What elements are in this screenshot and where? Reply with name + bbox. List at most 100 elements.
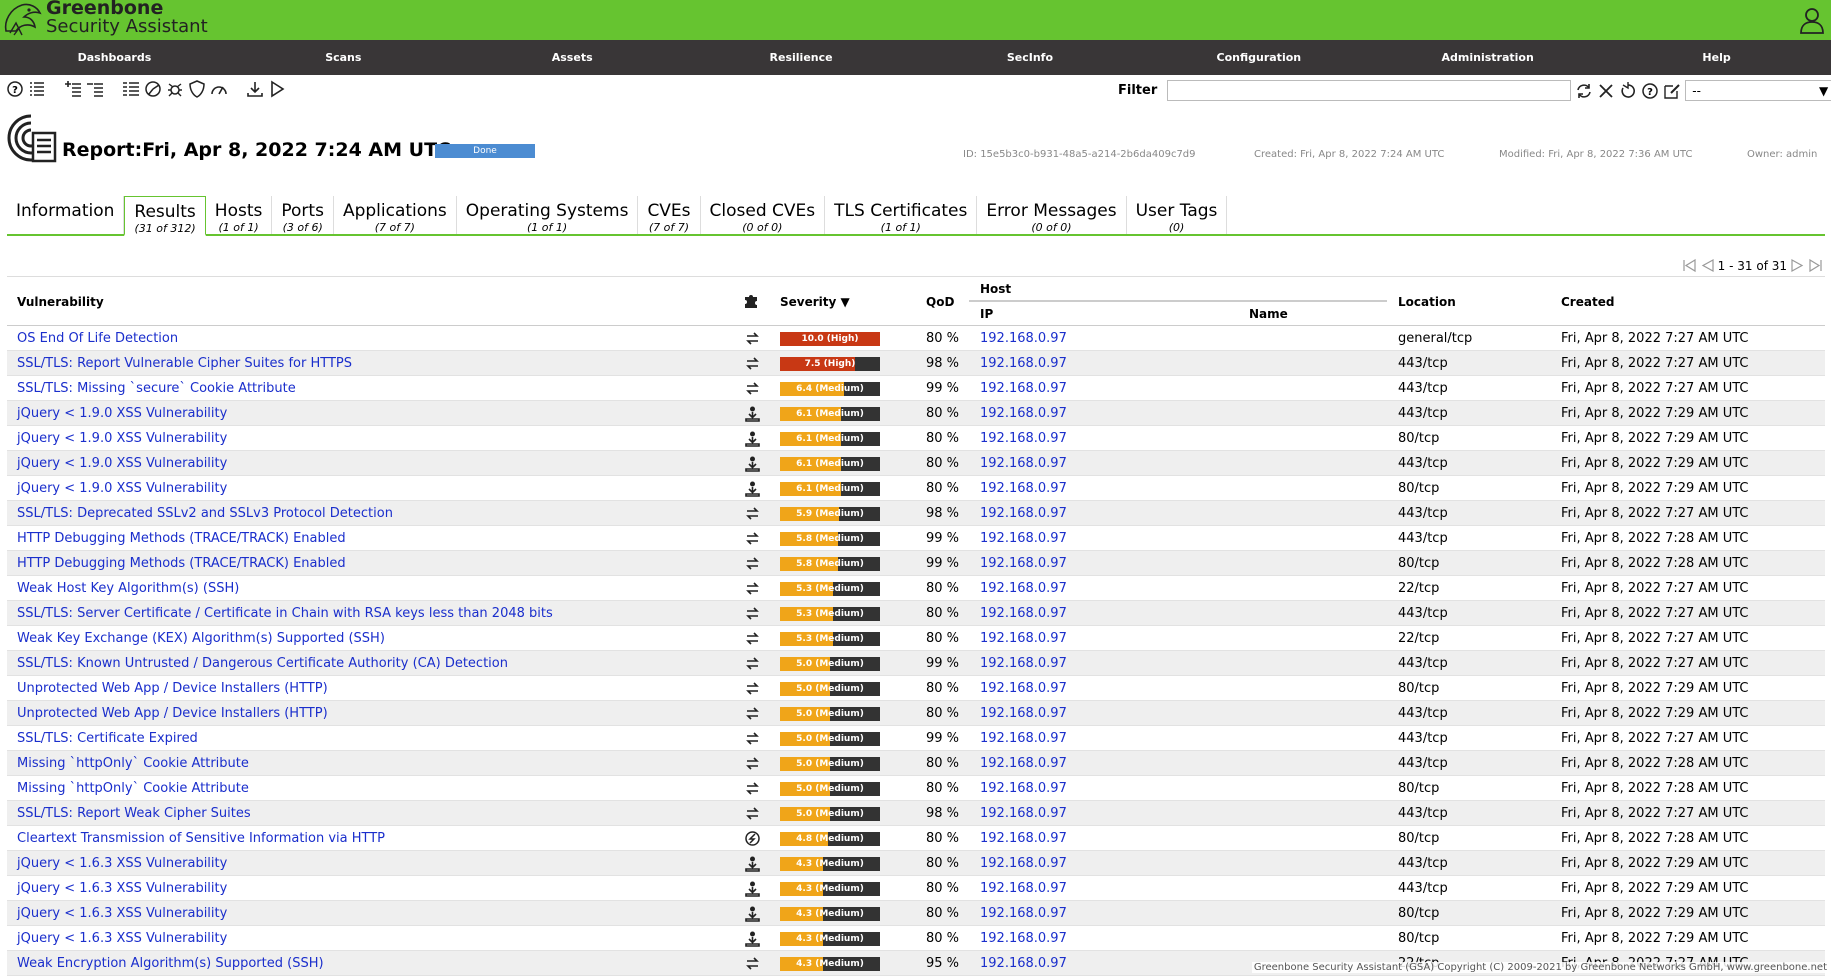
vulnerability-link[interactable]: SSL/TLS: Report Weak Cipher Suites bbox=[17, 801, 251, 826]
table-row[interactable]: jQuery < 1.6.3 XSS Vulnerability 4.3 (Med… bbox=[7, 876, 1825, 901]
vulnerability-link[interactable]: jQuery < 1.9.0 XSS Vulnerability bbox=[17, 401, 227, 426]
host-ip-link[interactable]: 192.168.0.97 bbox=[980, 876, 1067, 901]
start-icon[interactable] bbox=[268, 80, 286, 98]
vulnerability-link[interactable]: Weak Host Key Algorithm(s) (SSH) bbox=[17, 576, 239, 601]
tab-results[interactable]: Results (31 of 312) bbox=[124, 196, 206, 236]
vulnerability-link[interactable]: Unprotected Web App / Device Installers … bbox=[17, 701, 328, 726]
table-row[interactable]: jQuery < 1.6.3 XSS Vulnerability 4.3 (Med… bbox=[7, 851, 1825, 876]
tab-applications[interactable]: Applications (7 of 7) bbox=[334, 196, 457, 234]
filter-help-icon[interactable]: ? bbox=[1641, 82, 1659, 100]
table-row[interactable]: SSL/TLS: Missing `secure` Cookie Attribu… bbox=[7, 376, 1825, 401]
next-page-icon[interactable] bbox=[1790, 258, 1805, 273]
vulnerability-link[interactable]: SSL/TLS: Known Untrusted / Dangerous Cer… bbox=[17, 651, 508, 676]
host-ip-link[interactable]: 192.168.0.97 bbox=[980, 451, 1067, 476]
col-name[interactable]: Name bbox=[1249, 307, 1288, 321]
host-ip-link[interactable]: 192.168.0.97 bbox=[980, 351, 1067, 376]
host-ip-link[interactable]: 192.168.0.97 bbox=[980, 401, 1067, 426]
tab-cves[interactable]: CVEs (7 of 7) bbox=[638, 196, 701, 234]
vulnerability-link[interactable]: SSL/TLS: Report Vulnerable Cipher Suites… bbox=[17, 351, 352, 376]
host-ip-link[interactable]: 192.168.0.97 bbox=[980, 851, 1067, 876]
add-to-assets-icon[interactable] bbox=[64, 80, 82, 98]
vulnerability-link[interactable]: jQuery < 1.9.0 XSS Vulnerability bbox=[17, 426, 227, 451]
menu-scans[interactable]: Scans bbox=[229, 40, 458, 75]
shield-icon[interactable] bbox=[188, 80, 206, 98]
vulnerability-link[interactable]: Missing `httpOnly` Cookie Attribute bbox=[17, 776, 249, 801]
menu-dashboards[interactable]: Dashboards bbox=[0, 40, 229, 75]
table-row[interactable]: Cleartext Transmission of Sensitive Info… bbox=[7, 826, 1825, 851]
vulnerability-link[interactable]: jQuery < 1.9.0 XSS Vulnerability bbox=[17, 476, 227, 501]
table-row[interactable]: HTTP Debugging Methods (TRACE/TRACK) Ena… bbox=[7, 526, 1825, 551]
vulnerability-link[interactable]: jQuery < 1.6.3 XSS Vulnerability bbox=[17, 926, 227, 951]
vulnerability-link[interactable]: SSL/TLS: Certificate Expired bbox=[17, 726, 198, 751]
vulnerability-link[interactable]: HTTP Debugging Methods (TRACE/TRACK) Ena… bbox=[17, 551, 346, 576]
host-ip-link[interactable]: 192.168.0.97 bbox=[980, 526, 1067, 551]
menu-administration[interactable]: Administration bbox=[1373, 40, 1602, 75]
host-ip-link[interactable]: 192.168.0.97 bbox=[980, 326, 1067, 351]
tab-operating-systems[interactable]: Operating Systems (1 of 1) bbox=[457, 196, 639, 234]
menu-configuration[interactable]: Configuration bbox=[1144, 40, 1373, 75]
tab-information[interactable]: Information bbox=[7, 196, 125, 234]
vulnerability-link[interactable]: Unprotected Web App / Device Installers … bbox=[17, 676, 328, 701]
refresh-icon[interactable] bbox=[1575, 82, 1593, 100]
host-ip-link[interactable]: 192.168.0.97 bbox=[980, 776, 1067, 801]
host-ip-link[interactable]: 192.168.0.97 bbox=[980, 501, 1067, 526]
vulnerability-link[interactable]: SSL/TLS: Server Certificate / Certificat… bbox=[17, 601, 553, 626]
col-location[interactable]: Location bbox=[1398, 295, 1456, 309]
host-ip-link[interactable]: 192.168.0.97 bbox=[980, 476, 1067, 501]
last-page-icon[interactable] bbox=[1808, 258, 1823, 273]
vulnerability-link[interactable]: Cleartext Transmission of Sensitive Info… bbox=[17, 826, 385, 851]
host-ip-link[interactable]: 192.168.0.97 bbox=[980, 751, 1067, 776]
table-row[interactable]: SSL/TLS: Server Certificate / Certificat… bbox=[7, 601, 1825, 626]
table-row[interactable]: Unprotected Web App / Device Installers … bbox=[7, 701, 1825, 726]
col-created[interactable]: Created bbox=[1561, 295, 1614, 309]
previous-page-icon[interactable] bbox=[1700, 258, 1715, 273]
first-page-icon[interactable] bbox=[1682, 258, 1697, 273]
host-ip-link[interactable]: 192.168.0.97 bbox=[980, 701, 1067, 726]
vulnerability-link[interactable]: jQuery < 1.6.3 XSS Vulnerability bbox=[17, 851, 227, 876]
host-ip-link[interactable]: 192.168.0.97 bbox=[980, 826, 1067, 851]
performance-icon[interactable] bbox=[210, 80, 228, 98]
clear-filter-icon[interactable] bbox=[1597, 82, 1615, 100]
table-row[interactable]: Missing `httpOnly` Cookie Attribute 5.0 (… bbox=[7, 776, 1825, 801]
table-row[interactable]: jQuery < 1.9.0 XSS Vulnerability 6.1 (Med… bbox=[7, 476, 1825, 501]
host-ip-link[interactable]: 192.168.0.97 bbox=[980, 951, 1067, 976]
table-row[interactable]: jQuery < 1.6.3 XSS Vulnerability 4.3 (Med… bbox=[7, 901, 1825, 926]
vulnerability-link[interactable]: OS End Of Life Detection bbox=[17, 326, 178, 351]
host-ip-link[interactable]: 192.168.0.97 bbox=[980, 601, 1067, 626]
menu-assets[interactable]: Assets bbox=[458, 40, 687, 75]
table-row[interactable]: HTTP Debugging Methods (TRACE/TRACK) Ena… bbox=[7, 551, 1825, 576]
col-ip[interactable]: IP bbox=[980, 307, 993, 321]
table-row[interactable]: jQuery < 1.6.3 XSS Vulnerability 4.3 (Med… bbox=[7, 926, 1825, 951]
table-row[interactable]: Missing `httpOnly` Cookie Attribute 5.0 (… bbox=[7, 751, 1825, 776]
table-row[interactable]: SSL/TLS: Certificate Expired 5.0 (Medium)… bbox=[7, 726, 1825, 751]
table-row[interactable]: SSL/TLS: Report Weak Cipher Suites 5.0 (M… bbox=[7, 801, 1825, 826]
host-ip-link[interactable]: 192.168.0.97 bbox=[980, 901, 1067, 926]
menu-help[interactable]: Help bbox=[1602, 40, 1831, 75]
vulnerability-link[interactable]: Weak Key Exchange (KEX) Algorithm(s) Sup… bbox=[17, 626, 385, 651]
task-details-icon[interactable] bbox=[122, 80, 140, 98]
tab-tls-certificates[interactable]: TLS Certificates (1 of 1) bbox=[825, 196, 978, 234]
remove-from-assets-icon[interactable] bbox=[86, 80, 104, 98]
table-row[interactable]: OS End Of Life Detection 10.0 (High) 80 % 1… bbox=[7, 326, 1825, 351]
col-severity[interactable]: Severity ▼ bbox=[780, 295, 850, 309]
host-ip-link[interactable]: 192.168.0.97 bbox=[980, 651, 1067, 676]
host-ip-link[interactable]: 192.168.0.97 bbox=[980, 926, 1067, 951]
table-row[interactable]: Weak Host Key Algorithm(s) (SSH) 5.3 (Med… bbox=[7, 576, 1825, 601]
reset-filter-icon[interactable] bbox=[1619, 81, 1637, 100]
tab-error-messages[interactable]: Error Messages (0 of 0) bbox=[977, 196, 1127, 234]
filter-select[interactable]: -- ▼ bbox=[1685, 80, 1831, 101]
vulnerability-link[interactable]: jQuery < 1.9.0 XSS Vulnerability bbox=[17, 451, 227, 476]
results-icon[interactable] bbox=[144, 80, 162, 98]
vulnerability-link[interactable]: HTTP Debugging Methods (TRACE/TRACK) Ena… bbox=[17, 526, 346, 551]
download-icon[interactable] bbox=[246, 80, 264, 98]
menu-secinfo[interactable]: SecInfo bbox=[916, 40, 1145, 75]
vulnerability-link[interactable]: SSL/TLS: Missing `secure` Cookie Attribu… bbox=[17, 376, 296, 401]
tab-ports[interactable]: Ports (3 of 6) bbox=[272, 196, 334, 234]
vulnerability-link[interactable]: SSL/TLS: Deprecated SSLv2 and SSLv3 Prot… bbox=[17, 501, 393, 526]
help-icon[interactable]: ? bbox=[6, 80, 24, 98]
vulnerability-link[interactable]: jQuery < 1.6.3 XSS Vulnerability bbox=[17, 901, 227, 926]
host-ip-link[interactable]: 192.168.0.97 bbox=[980, 626, 1067, 651]
table-row[interactable]: SSL/TLS: Deprecated SSLv2 and SSLv3 Prot… bbox=[7, 501, 1825, 526]
table-row[interactable]: jQuery < 1.9.0 XSS Vulnerability 6.1 (Med… bbox=[7, 426, 1825, 451]
vulnerability-link[interactable]: Missing `httpOnly` Cookie Attribute bbox=[17, 751, 249, 776]
